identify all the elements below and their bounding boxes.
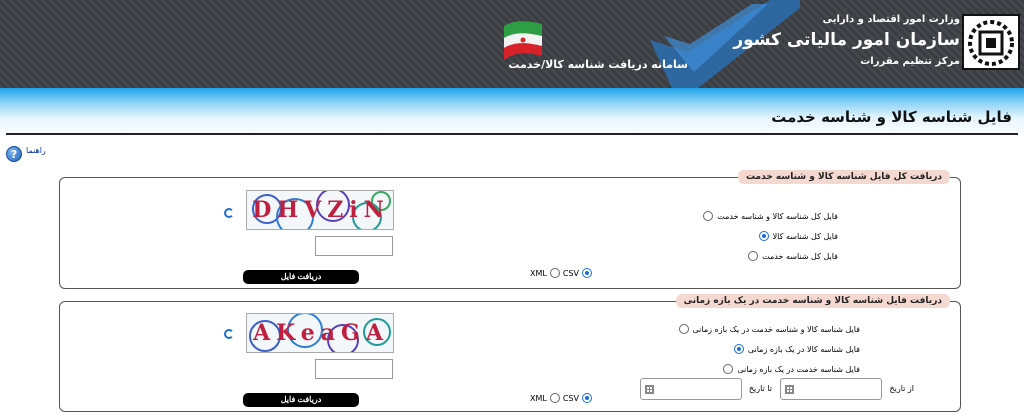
- xml-label: XML: [530, 393, 547, 403]
- option-range-goods-services[interactable]: فایل شناسه کالا و شناسه خدمت در یک بازه …: [678, 324, 861, 334]
- option-label: فایل شناسه خدمت در یک بازه زمانی: [737, 364, 860, 374]
- captcha-image: AKeaGA: [246, 313, 394, 353]
- from-date-label: از تاریخ: [889, 384, 914, 393]
- page-title: فایل شناسه کالا و شناسه خدمت: [771, 108, 1012, 126]
- help-link[interactable]: راهنما: [26, 146, 46, 155]
- option-all-goods[interactable]: فایل کل شناسه کالا: [758, 231, 838, 241]
- option-range-services[interactable]: فایل شناسه خدمت در یک بازه زمانی: [723, 364, 860, 374]
- organization-logo: [962, 14, 1020, 70]
- option-label: فایل کل شناسه کالا: [772, 231, 838, 241]
- help-icon[interactable]: ?: [6, 146, 22, 162]
- option-all-services[interactable]: فایل کل شناسه خدمت: [748, 251, 838, 261]
- csv-label: CSV: [562, 268, 579, 278]
- xml-label: XML: [530, 268, 547, 278]
- from-date-input[interactable]: [780, 378, 882, 400]
- format-selector: XML CSV: [530, 268, 592, 278]
- iran-flag-icon: [504, 21, 542, 60]
- radio-button[interactable]: [678, 324, 689, 334]
- radio-button[interactable]: [733, 344, 744, 354]
- system-name: سامانه دریافت شناسه کالا/خدمت: [508, 58, 688, 71]
- organization-subtitle: مرکز تنظیم مقررات: [860, 56, 960, 67]
- radio-button[interactable]: [748, 251, 759, 261]
- to-date-input[interactable]: [640, 378, 742, 400]
- calendar-icon[interactable]: [645, 385, 654, 394]
- full-file-section: دریافت کل فایل شناسه کالا و شناسه خدمت ف…: [59, 170, 961, 289]
- section-legend: دریافت فایل شناسه کالا و شناسه خدمت در ی…: [675, 294, 950, 308]
- xml-radio[interactable]: [549, 268, 560, 278]
- captcha-refresh-icon[interactable]: [224, 329, 234, 339]
- option-label: فایل شناسه کالا در یک بازه زمانی: [747, 344, 860, 354]
- to-date-label: تا تاریخ: [748, 384, 772, 393]
- date-range-section: دریافت فایل شناسه کالا و شناسه خدمت در ی…: [59, 294, 961, 412]
- section-legend: دریافت کل فایل شناسه کالا و شناسه خدمت: [738, 170, 950, 184]
- captcha-refresh-icon[interactable]: [224, 208, 234, 218]
- site-header: سامانه دریافت شناسه کالا/خدمت وزارت امور…: [0, 0, 1024, 88]
- captcha-input[interactable]: [315, 236, 393, 256]
- calendar-icon[interactable]: [785, 385, 794, 394]
- csv-radio[interactable]: [581, 393, 592, 403]
- download-button[interactable]: دریافت فایل: [243, 393, 359, 407]
- title-divider: [6, 133, 1018, 135]
- organization-name: سازمان امور مالیاتی کشور: [733, 30, 960, 50]
- download-button[interactable]: دریافت فایل: [243, 270, 359, 284]
- captcha-text: DHVZiN: [252, 197, 390, 223]
- radio-button[interactable]: [723, 364, 734, 374]
- option-label: فایل کل شناسه خدمت: [762, 251, 838, 261]
- csv-label: CSV: [562, 393, 579, 403]
- captcha-text: AKeaGA: [253, 320, 389, 346]
- option-all-goods-services[interactable]: فایل کل شناسه کالا و شناسه خدمت: [703, 211, 838, 221]
- option-label: فایل کل شناسه کالا و شناسه خدمت: [717, 211, 838, 221]
- csv-radio[interactable]: [581, 268, 592, 278]
- radio-button[interactable]: [758, 231, 769, 241]
- radio-button[interactable]: [703, 211, 714, 221]
- ministry-name: وزارت امور اقتصاد و دارایی: [822, 14, 960, 25]
- emblem-icon: [968, 20, 1014, 66]
- captcha-image: DHVZiN: [246, 190, 394, 230]
- option-label: فایل شناسه کالا و شناسه خدمت در یک بازه …: [692, 324, 861, 334]
- option-range-goods[interactable]: فایل شناسه کالا در یک بازه زمانی: [733, 344, 860, 354]
- format-selector: XML CSV: [530, 393, 592, 403]
- captcha-input[interactable]: [315, 359, 393, 379]
- xml-radio[interactable]: [549, 393, 560, 403]
